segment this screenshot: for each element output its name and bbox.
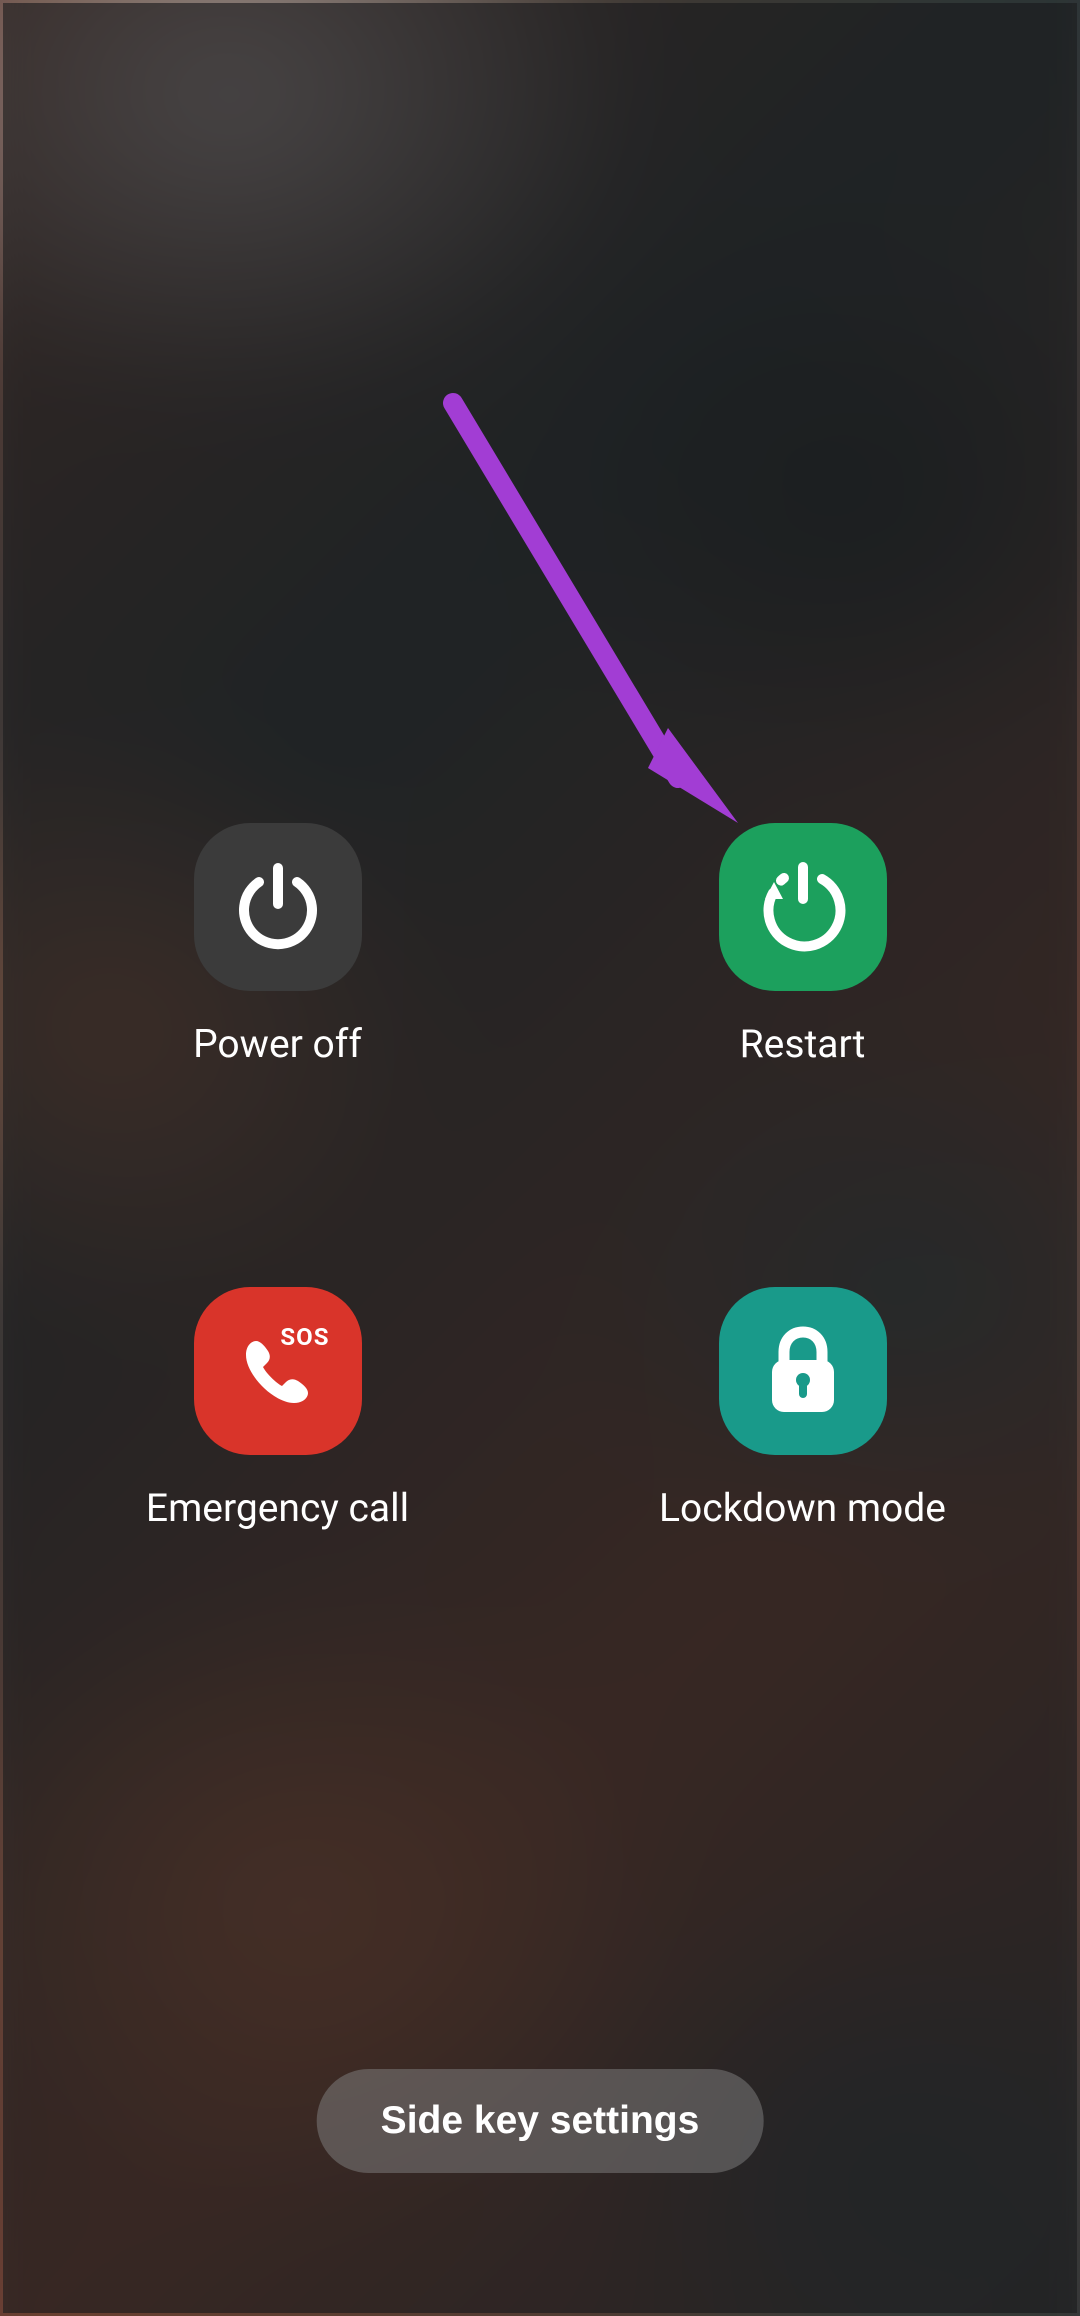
power-menu-grid: Power off Restart SOS Emergency call [125,823,955,1531]
power-menu-screen: Power off Restart SOS Emergency call [3,3,1077,2313]
emergency-call-button[interactable]: SOS Emergency call [125,1287,430,1531]
lockdown-mode-label: Lockdown mode [659,1485,946,1531]
lockdown-mode-icon [719,1287,887,1455]
side-key-settings-button[interactable]: Side key settings [317,2069,764,2173]
power-off-button[interactable]: Power off [125,823,430,1067]
power-off-icon [194,823,362,991]
restart-button[interactable]: Restart [650,823,955,1067]
emergency-call-label: Emergency call [146,1485,409,1531]
restart-icon [719,823,887,991]
restart-label: Restart [740,1021,866,1067]
sos-badge: SOS [280,1323,329,1351]
lockdown-mode-button[interactable]: Lockdown mode [650,1287,955,1531]
emergency-call-icon: SOS [194,1287,362,1455]
power-off-label: Power off [193,1021,362,1067]
annotation-arrow [433,383,753,853]
